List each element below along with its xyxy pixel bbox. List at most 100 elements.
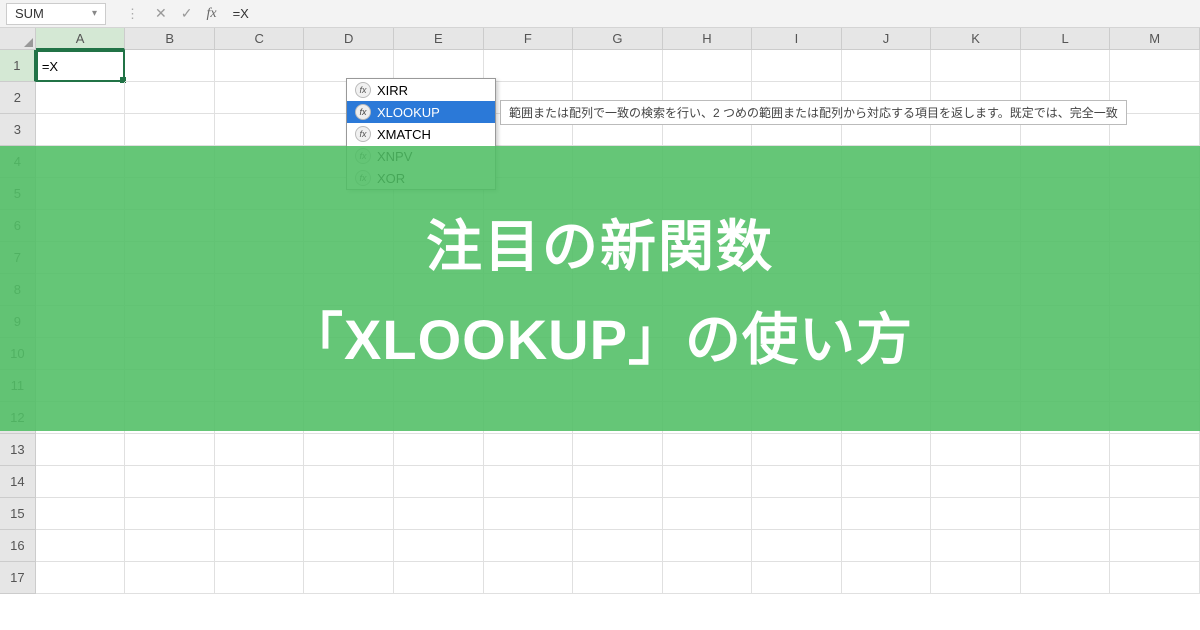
- cell[interactable]: [36, 562, 126, 594]
- cell[interactable]: [394, 530, 484, 562]
- cell[interactable]: [752, 434, 842, 466]
- cell[interactable]: [842, 562, 932, 594]
- cell[interactable]: [1021, 562, 1111, 594]
- cell[interactable]: [573, 530, 663, 562]
- cell[interactable]: [215, 82, 305, 114]
- cell[interactable]: [663, 434, 753, 466]
- cell[interactable]: [663, 50, 753, 82]
- column-header-G[interactable]: G: [573, 28, 663, 50]
- cell[interactable]: [931, 466, 1021, 498]
- cell[interactable]: [36, 82, 126, 114]
- cell[interactable]: [484, 466, 574, 498]
- row-header-2[interactable]: 2: [0, 82, 36, 114]
- column-header-H[interactable]: H: [663, 28, 753, 50]
- autocomplete-item-xirr[interactable]: fxXIRR: [347, 79, 495, 101]
- formula-input[interactable]: =X: [233, 6, 249, 21]
- cell[interactable]: [752, 562, 842, 594]
- cell[interactable]: [573, 434, 663, 466]
- cell[interactable]: [125, 82, 215, 114]
- cell[interactable]: [1110, 466, 1200, 498]
- fx-icon[interactable]: fx: [206, 6, 216, 22]
- cell[interactable]: [215, 562, 305, 594]
- cell[interactable]: [1021, 434, 1111, 466]
- cell[interactable]: [125, 50, 215, 82]
- cell[interactable]: [752, 498, 842, 530]
- cell[interactable]: [125, 114, 215, 146]
- cell[interactable]: [484, 530, 574, 562]
- column-header-D[interactable]: D: [304, 28, 394, 50]
- cell[interactable]: [304, 434, 394, 466]
- cell[interactable]: [1110, 434, 1200, 466]
- cell[interactable]: [36, 114, 126, 146]
- row-header-14[interactable]: 14: [0, 466, 36, 498]
- chevron-down-icon[interactable]: ▾: [92, 8, 97, 19]
- column-header-M[interactable]: M: [1110, 28, 1200, 50]
- cell[interactable]: [125, 434, 215, 466]
- cell[interactable]: [842, 498, 932, 530]
- cell[interactable]: [215, 434, 305, 466]
- cell[interactable]: [394, 466, 484, 498]
- cell[interactable]: [484, 434, 574, 466]
- column-header-I[interactable]: I: [752, 28, 842, 50]
- cell[interactable]: [1110, 498, 1200, 530]
- cell[interactable]: [304, 498, 394, 530]
- autocomplete-item-xlookup[interactable]: fxXLOOKUP: [347, 101, 495, 123]
- cell[interactable]: [573, 466, 663, 498]
- cell[interactable]: [36, 498, 126, 530]
- cell[interactable]: [215, 114, 305, 146]
- row-header-16[interactable]: 16: [0, 530, 36, 562]
- cell[interactable]: [304, 530, 394, 562]
- cancel-icon[interactable]: ✕: [155, 5, 167, 22]
- column-header-K[interactable]: K: [931, 28, 1021, 50]
- cell[interactable]: [1110, 50, 1200, 82]
- column-header-C[interactable]: C: [215, 28, 305, 50]
- cell[interactable]: [931, 498, 1021, 530]
- cell[interactable]: [215, 530, 305, 562]
- cell[interactable]: [125, 498, 215, 530]
- cell[interactable]: [931, 50, 1021, 82]
- cell[interactable]: [36, 530, 126, 562]
- cell[interactable]: [36, 466, 126, 498]
- cell[interactable]: [752, 530, 842, 562]
- cell[interactable]: [1110, 530, 1200, 562]
- cell[interactable]: [125, 466, 215, 498]
- cell[interactable]: [125, 562, 215, 594]
- column-header-E[interactable]: E: [394, 28, 484, 50]
- cell[interactable]: [304, 466, 394, 498]
- column-header-B[interactable]: B: [125, 28, 215, 50]
- cell[interactable]: [394, 498, 484, 530]
- select-all-corner[interactable]: [0, 28, 36, 50]
- cell[interactable]: [842, 530, 932, 562]
- cell[interactable]: [484, 562, 574, 594]
- row-header-3[interactable]: 3: [0, 114, 36, 146]
- cell[interactable]: [215, 466, 305, 498]
- cell[interactable]: [394, 562, 484, 594]
- cell[interactable]: [573, 50, 663, 82]
- cell[interactable]: [1021, 50, 1111, 82]
- cell[interactable]: [484, 50, 574, 82]
- accept-icon[interactable]: ✓: [181, 5, 193, 22]
- cell[interactable]: [663, 530, 753, 562]
- cell[interactable]: [484, 498, 574, 530]
- cell[interactable]: [1021, 466, 1111, 498]
- cell[interactable]: [663, 466, 753, 498]
- name-box[interactable]: SUM ▾: [6, 3, 106, 25]
- cell[interactable]: [304, 562, 394, 594]
- cell[interactable]: [215, 498, 305, 530]
- cell[interactable]: [931, 434, 1021, 466]
- cell[interactable]: [573, 562, 663, 594]
- cell[interactable]: [663, 562, 753, 594]
- row-header-13[interactable]: 13: [0, 434, 36, 466]
- cell[interactable]: [842, 50, 932, 82]
- cell[interactable]: [394, 434, 484, 466]
- cell[interactable]: [842, 466, 932, 498]
- column-header-J[interactable]: J: [842, 28, 932, 50]
- autocomplete-item-xmatch[interactable]: fxXMATCH: [347, 123, 495, 145]
- cell[interactable]: [752, 466, 842, 498]
- column-header-A[interactable]: A: [36, 28, 126, 50]
- cell[interactable]: [931, 562, 1021, 594]
- row-header-17[interactable]: 17: [0, 562, 36, 594]
- cell[interactable]: [931, 530, 1021, 562]
- cell[interactable]: [1021, 498, 1111, 530]
- cell[interactable]: [752, 50, 842, 82]
